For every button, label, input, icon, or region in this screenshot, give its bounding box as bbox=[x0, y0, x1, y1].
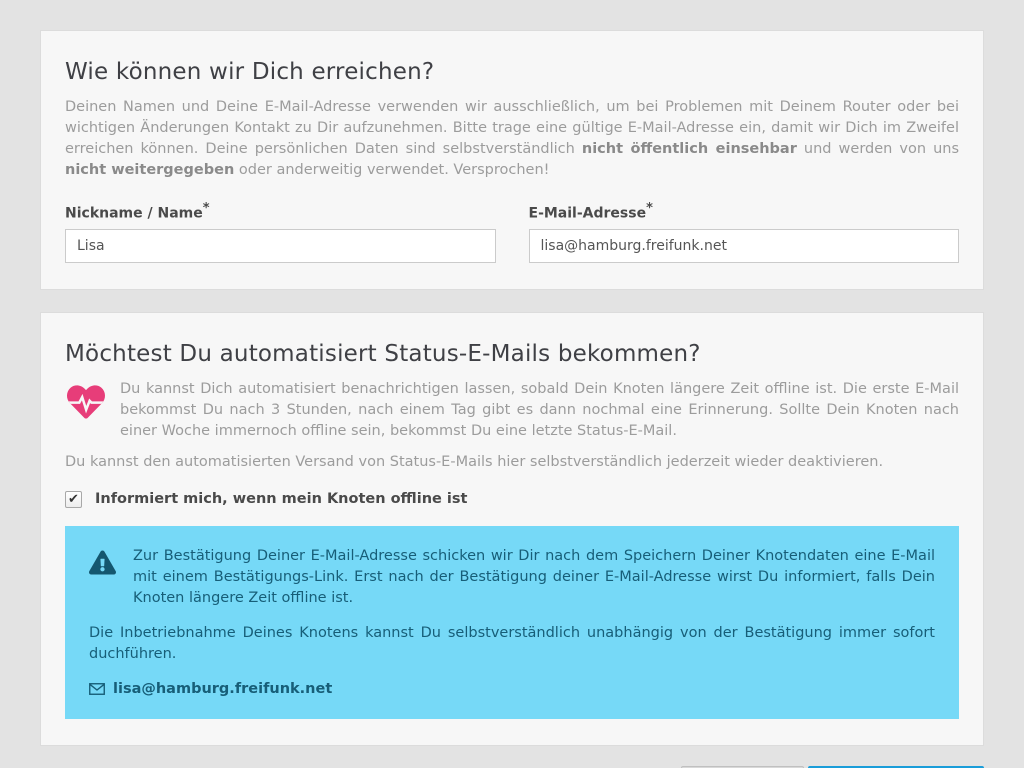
info-paragraph-2: Die Inbetriebnahme Deines Knotens kannst… bbox=[89, 623, 935, 665]
offline-notify-checkbox[interactable]: ✔ bbox=[65, 491, 82, 508]
page-container: Wie können wir Dich erreichen? Deinen Na… bbox=[0, 0, 1024, 746]
nickname-required-mark: * bbox=[203, 201, 210, 216]
intro-part-2: und werden von uns bbox=[797, 141, 959, 157]
intro-bold-2: nicht weitergegeben bbox=[65, 162, 234, 178]
nickname-label: Nickname / Name* bbox=[65, 201, 496, 222]
email-confirmation-info-box: Zur Bestätigung Deiner E-Mail-Adresse sc… bbox=[65, 526, 959, 719]
email-input[interactable] bbox=[529, 229, 960, 263]
email-required-mark: * bbox=[646, 201, 653, 216]
contact-intro-text: Deinen Namen und Deine E-Mail-Adresse ve… bbox=[65, 97, 959, 181]
contact-card: Wie können wir Dich erreichen? Deinen Na… bbox=[40, 30, 984, 290]
confirmation-email-line: lisa@hamburg.freifunk.net bbox=[89, 681, 935, 697]
envelope-icon bbox=[89, 683, 105, 695]
info-paragraph-1: Zur Bestätigung Deiner E-Mail-Adresse sc… bbox=[89, 546, 935, 609]
confirmation-email-address: lisa@hamburg.freifunk.net bbox=[113, 681, 332, 697]
email-field-group: E-Mail-Adresse* bbox=[529, 201, 960, 263]
status-card-title: Möchtest Du automatisiert Status-E-Mails… bbox=[65, 341, 959, 367]
intro-bold-1: nicht öffentlich einsehbar bbox=[582, 141, 797, 157]
email-label-text: E-Mail-Adresse bbox=[529, 206, 647, 222]
offline-notify-checkbox-row[interactable]: ✔ Informiert mich, wenn mein Knoten offl… bbox=[65, 491, 959, 508]
nickname-field-group: Nickname / Name* bbox=[65, 201, 496, 263]
contact-card-title: Wie können wir Dich erreichen? bbox=[65, 59, 959, 85]
status-mails-card: Möchtest Du automatisiert Status-E-Mails… bbox=[40, 312, 984, 746]
contact-form-row: Nickname / Name* E-Mail-Adresse* bbox=[65, 201, 959, 263]
status-paragraph-1-text: Du kannst Dich automatisiert benachricht… bbox=[120, 381, 959, 439]
status-paragraph-1: Du kannst Dich automatisiert benachricht… bbox=[65, 379, 959, 442]
offline-notify-checkbox-label: Informiert mich, wenn mein Knoten offlin… bbox=[95, 491, 467, 507]
intro-part-3: oder anderweitig verwendet. Versprochen! bbox=[234, 162, 549, 178]
nickname-label-text: Nickname / Name bbox=[65, 206, 203, 222]
warning-triangle-icon bbox=[89, 550, 116, 575]
nickname-input[interactable] bbox=[65, 229, 496, 263]
checkmark-icon: ✔ bbox=[68, 493, 79, 506]
heartbeat-icon bbox=[65, 383, 107, 421]
email-label: E-Mail-Adresse* bbox=[529, 201, 960, 222]
footer-action-bar: ✖ Abbrechen Knoten anmelden bbox=[0, 746, 1024, 768]
status-paragraph-2: Du kannst den automatisierten Versand vo… bbox=[65, 452, 959, 473]
